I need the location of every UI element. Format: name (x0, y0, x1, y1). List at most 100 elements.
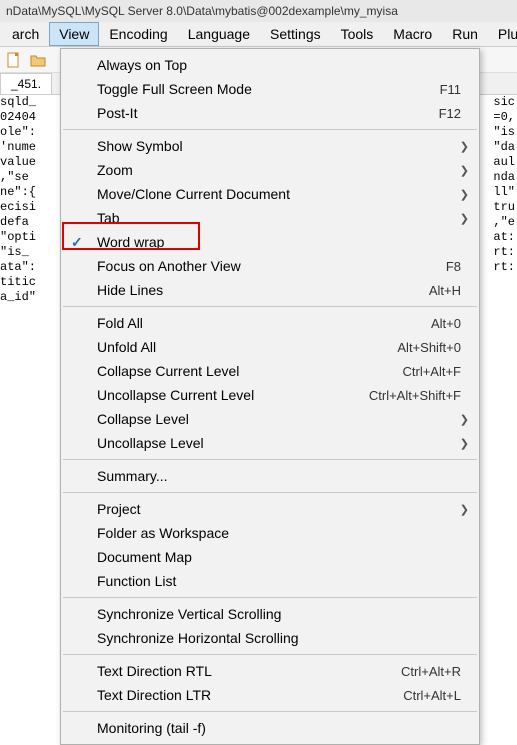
menu-separator (63, 129, 477, 130)
code-line: value (0, 155, 36, 170)
check-icon: ✓ (71, 234, 83, 251)
code-line: ecisi (0, 200, 36, 215)
menu-item-label: Function List (97, 573, 461, 589)
menu-item-always-on-top[interactable]: Always on Top (61, 53, 479, 77)
chevron-right-icon: ❯ (460, 188, 469, 201)
menu-item-synchronize-horizontal-scrolling[interactable]: Synchronize Horizontal Scrolling (61, 626, 479, 650)
menu-item-label: Toggle Full Screen Mode (97, 81, 428, 97)
menubar-item-settings[interactable]: Settings (260, 22, 331, 46)
menu-item-folder-as-workspace[interactable]: Folder as Workspace (61, 521, 479, 545)
open-file-icon[interactable] (28, 50, 48, 70)
menu-item-show-symbol[interactable]: Show Symbol❯ (61, 134, 479, 158)
menu-item-tab[interactable]: Tab❯ (61, 206, 479, 230)
menu-item-shortcut: F8 (446, 259, 461, 274)
menu-item-synchronize-vertical-scrolling[interactable]: Synchronize Vertical Scrolling (61, 602, 479, 626)
code-line: ata": (0, 260, 36, 275)
menu-item-fold-all[interactable]: Fold AllAlt+0 (61, 311, 479, 335)
code-line: sqld_ (0, 95, 36, 110)
menu-item-focus-on-another-view[interactable]: Focus on Another View F8 (61, 254, 479, 278)
menu-item-label: Move/Clone Current Document (97, 186, 461, 202)
menu-item-shortcut: Ctrl+Alt+F (402, 364, 461, 379)
code-line: ne":{ (0, 185, 36, 200)
menu-item-collapse-current-level[interactable]: Collapse Current Level Ctrl+Alt+F (61, 359, 479, 383)
menu-separator (63, 492, 477, 493)
menu-item-label: Post-It (97, 105, 427, 121)
code-line: rt: (493, 260, 515, 275)
code-line: sic (493, 95, 515, 110)
code-line: ll" (493, 185, 515, 200)
menu-item-label: Hide Lines (97, 282, 417, 298)
document-tab[interactable]: _451. (0, 73, 52, 94)
chevron-right-icon: ❯ (460, 212, 469, 225)
menu-separator (63, 711, 477, 712)
menu-item-label: Text Direction LTR (97, 687, 391, 703)
menu-bar: archViewEncodingLanguageSettingsToolsMac… (0, 22, 517, 47)
menu-item-shortcut: F12 (439, 106, 461, 121)
menu-item-document-map[interactable]: Document Map (61, 545, 479, 569)
menu-item-label: Document Map (97, 549, 461, 565)
menu-item-label: Project (97, 501, 461, 517)
menu-item-hide-lines[interactable]: Hide LinesAlt+H (61, 278, 479, 302)
chevron-right-icon: ❯ (460, 437, 469, 450)
code-line: ole": (0, 125, 36, 140)
menu-item-text-direction-ltr[interactable]: Text Direction LTRCtrl+Alt+L (61, 683, 479, 707)
menu-item-move-clone-current-document[interactable]: Move/Clone Current Document❯ (61, 182, 479, 206)
code-line: "is (493, 125, 515, 140)
menubar-item-macro[interactable]: Macro (383, 22, 442, 46)
menu-separator (63, 654, 477, 655)
menu-separator (63, 597, 477, 598)
menu-item-label: Tab (97, 210, 461, 226)
menu-item-label: Collapse Current Level (97, 363, 390, 379)
menu-item-label: Collapse Level (97, 411, 461, 427)
menu-item-function-list[interactable]: Function List (61, 569, 479, 593)
menu-item-shortcut: F11 (440, 82, 461, 97)
menu-item-zoom[interactable]: Zoom❯ (61, 158, 479, 182)
menubar-item-encoding[interactable]: Encoding (99, 22, 177, 46)
menu-item-label: Zoom (97, 162, 461, 178)
code-line: "opti (0, 230, 36, 245)
menubar-item-run[interactable]: Run (442, 22, 488, 46)
menu-item-label: Always on Top (97, 57, 461, 73)
menu-separator (63, 306, 477, 307)
menu-item-label: Focus on Another View (97, 258, 434, 274)
chevron-right-icon: ❯ (460, 140, 469, 153)
menubar-item-view[interactable]: View (49, 22, 99, 46)
chevron-right-icon: ❯ (460, 503, 469, 516)
menu-item-project[interactable]: Project❯ (61, 497, 479, 521)
menu-item-collapse-level[interactable]: Collapse Level❯ (61, 407, 479, 431)
menu-item-uncollapse-current-level[interactable]: Uncollapse Current LevelCtrl+Alt+Shift+F (61, 383, 479, 407)
menu-item-summary[interactable]: Summary... (61, 464, 479, 488)
menu-item-label: Synchronize Vertical Scrolling (97, 606, 461, 622)
code-line: ,"se (0, 170, 36, 185)
code-line: tru (493, 200, 515, 215)
code-line: ,"e (493, 215, 515, 230)
menu-item-word-wrap[interactable]: ✓ Word wrap (61, 230, 479, 254)
menubar-item-arch[interactable]: arch (2, 22, 49, 46)
view-menu-dropdown: Always on Top Toggle Full Screen Mode F11 P… (60, 48, 480, 745)
menubar-item-tools[interactable]: Tools (331, 22, 384, 46)
menu-item-shortcut: Alt+Shift+0 (397, 340, 461, 355)
menu-item-post-it[interactable]: Post-It F12 (61, 101, 479, 125)
menu-item-label: Word wrap (97, 234, 461, 250)
code-line: rt: (493, 245, 515, 260)
menu-item-toggle-full-screen-mode[interactable]: Toggle Full Screen Mode F11 (61, 77, 479, 101)
code-line: 02404 (0, 110, 36, 125)
code-line: aul (493, 155, 515, 170)
code-line: a_id" (0, 290, 36, 305)
new-file-icon[interactable] (4, 50, 24, 70)
menu-item-text-direction-rtl[interactable]: Text Direction RTLCtrl+Alt+R (61, 659, 479, 683)
menu-item-shortcut: Alt+0 (431, 316, 461, 331)
menu-item-shortcut: Ctrl+Alt+Shift+F (369, 388, 461, 403)
chevron-right-icon: ❯ (460, 164, 469, 177)
code-line: defa (0, 215, 36, 230)
menu-item-unfold-all[interactable]: Unfold All Alt+Shift+0 (61, 335, 479, 359)
menu-item-label: Unfold All (97, 339, 385, 355)
code-line: nda (493, 170, 515, 185)
title-bar: nData\MySQL\MySQL Server 8.0\Data\mybati… (0, 0, 517, 22)
menubar-item-language[interactable]: Language (178, 22, 260, 46)
menubar-item-plug[interactable]: Plug (488, 22, 517, 46)
menu-item-label: Synchronize Horizontal Scrolling (97, 630, 461, 646)
menu-item-monitoring-tail-f[interactable]: Monitoring (tail -f) (61, 716, 479, 740)
menu-item-uncollapse-level[interactable]: Uncollapse Level❯ (61, 431, 479, 455)
chevron-right-icon: ❯ (460, 413, 469, 426)
